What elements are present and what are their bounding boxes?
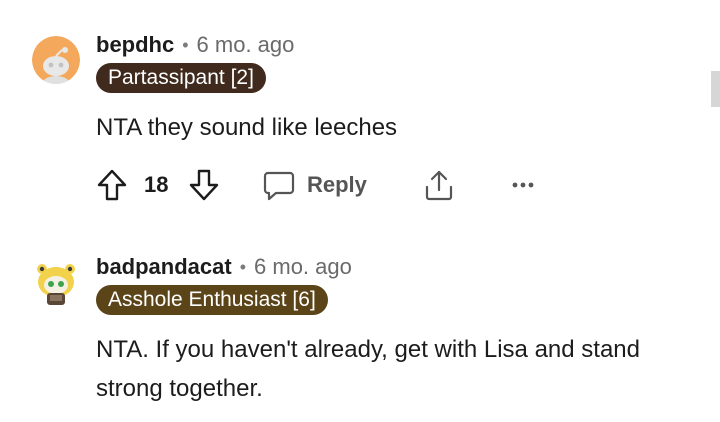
timestamp: 6 mo. ago <box>196 32 295 57</box>
comment-meta: badpandacat • 6 mo. ago <box>96 252 352 282</box>
share-icon <box>425 170 453 201</box>
user-flair: Asshole Enthusiast [6] <box>96 285 328 315</box>
comment-body: NTA they sound like leeches <box>96 114 398 141</box>
snoo-avatar-icon <box>32 36 80 84</box>
avatar[interactable] <box>32 36 80 84</box>
scrollbar-thumb[interactable] <box>711 71 720 107</box>
comment-meta: bepdhc • 6 mo. ago <box>96 30 294 60</box>
avatar[interactable] <box>32 258 80 306</box>
upvote-arrow-icon <box>97 169 127 201</box>
vote-score: 18 <box>144 172 169 197</box>
user-flair: Partassipant [2] <box>96 63 266 93</box>
downvote-arrow-icon <box>189 169 219 201</box>
ellipsis-icon <box>512 182 534 188</box>
share-button[interactable] <box>422 168 456 202</box>
separator-dot: • <box>182 34 189 55</box>
username[interactable]: bepdhc <box>96 32 174 58</box>
reply-label[interactable]: Reply <box>307 168 367 202</box>
comment-actions: 18 Reply <box>96 168 556 202</box>
custom-snoo-avatar-icon <box>32 258 80 306</box>
username[interactable]: badpandacat <box>96 254 232 280</box>
more-options-button[interactable] <box>510 168 536 202</box>
reply-button[interactable] <box>262 168 296 202</box>
upvote-button[interactable] <box>96 168 128 202</box>
separator-dot: • <box>239 256 247 277</box>
downvote-button[interactable] <box>188 168 220 202</box>
comment-body: NTA. If you haven't already, get with Li… <box>96 336 640 402</box>
timestamp: 6 mo. ago <box>254 254 352 279</box>
speech-bubble-icon <box>263 171 295 201</box>
